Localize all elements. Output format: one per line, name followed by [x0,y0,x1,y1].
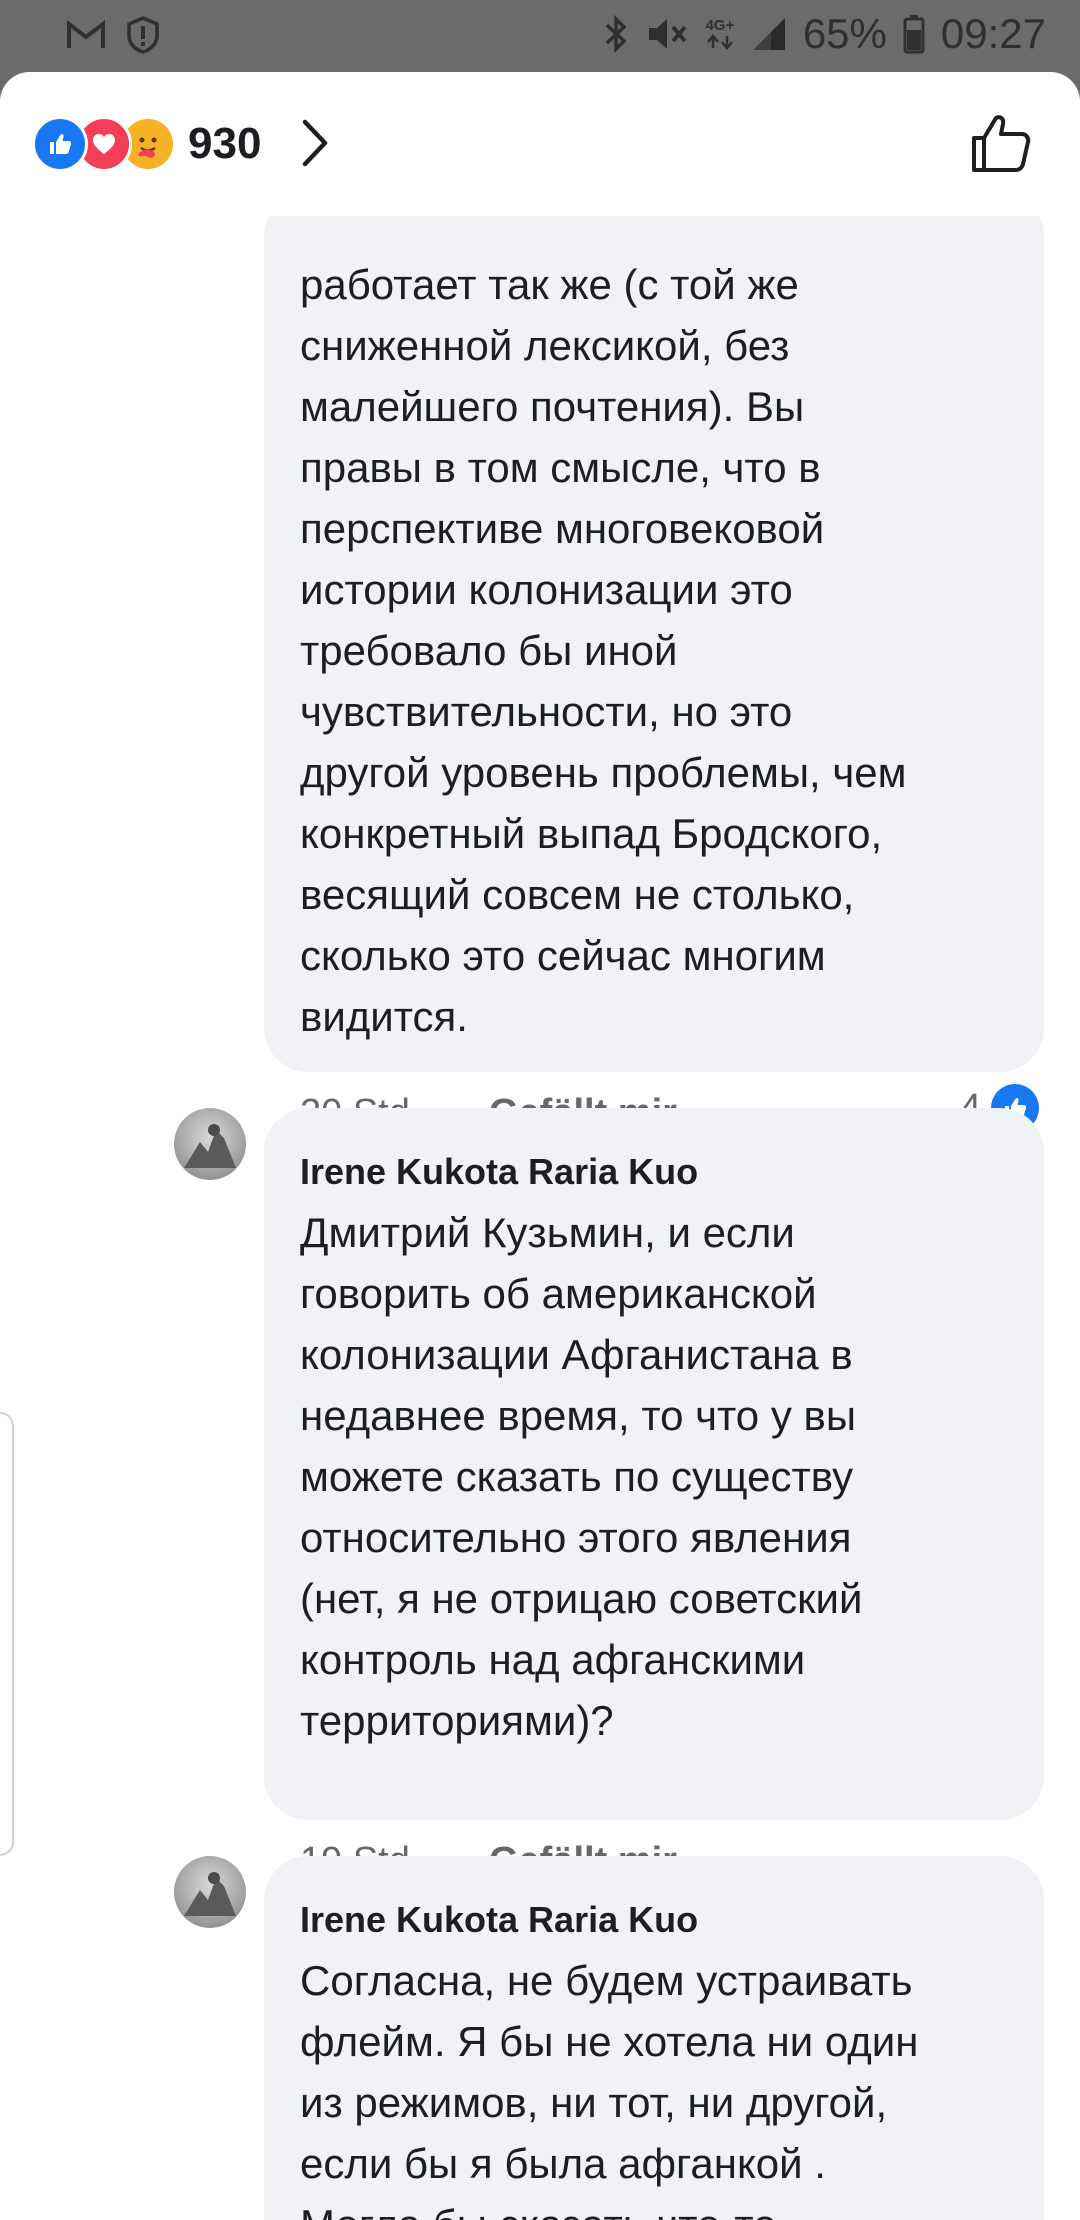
comment-text-line: Согласна, не будем устраивать [300,1957,913,2004]
like-reaction-icon [32,116,88,172]
comment-text-line: относительно этого явления [300,1514,852,1561]
comment-text-line: другой уровень проблемы, чем [300,749,907,796]
comment-text-line: истории колонизации это [300,566,793,613]
clock: 09:27 [940,10,1046,57]
comment-bubble[interactable]: Irene Kukota Raria Kuo Дмитрий Кузьмин, … [264,1108,1044,1820]
avatar[interactable] [174,1856,246,1928]
comment-text-line: конкретный выпад Бродского, [300,810,883,857]
comment-text-line: колонизации Афганистана в [300,1331,853,1378]
comment-bubble[interactable]: работает так же (с той же сниженной лекс… [264,192,1044,1072]
comment-author[interactable]: Irene Kukota Raria Kuo [300,1890,1008,1950]
comment-text-line: можете сказать по существу [300,1453,854,1500]
status-bar: 4G+ 65% 09:27 [0,0,1080,72]
mute-icon [645,14,689,54]
avatar[interactable] [174,1108,246,1180]
comment-text-line: если бы я была афганкой . [300,2140,826,2187]
signal-icon [751,16,787,52]
comment-text: Согласна, не будем устраивать флейм. Я б… [300,1950,1008,2220]
comment-text-line: чувствительности, но это [300,688,793,735]
comment-text-line: весящий совсем не столько, [300,871,855,918]
chevron-right-icon[interactable] [300,118,330,173]
comment-text-line: перспективе многовековой [300,505,825,552]
comment-text-line: малейшего почтения). Вы [300,383,805,430]
comment-text-line: Могла бы сказать что-то [300,2194,1008,2220]
comment-text: работает так же (с той же сниженной лекс… [300,254,1008,1047]
comment-text-line: (нет, я не отрицаю советский [300,1575,863,1622]
comment-text-line: сниженной лексикой, без [300,322,790,369]
battery-percent: 65% [802,10,887,57]
alert-icon [126,16,160,54]
comment-text-line: работает так же (с той же [300,261,799,308]
reactions-summary[interactable]: 930 [32,116,261,172]
reactions-header: 930 [0,72,1080,216]
comment-bubble[interactable]: Irene Kukota Raria Kuo Согласна, не буде… [264,1856,1044,2220]
bluetooth-icon [603,14,629,54]
comment-text-line: сколько это сейчас многим [300,932,826,979]
comments-list[interactable]: работает так же (с той же сниженной лекс… [0,72,1080,2220]
comment-text: Дмитрий Кузьмин, и если говорить об амер… [300,1202,1008,1751]
comment-text-line: из режимов, ни тот, ни другой, [300,2079,888,2126]
comment-text-line: правы в том смысле, что в [300,444,821,491]
comment-text-line: видится. [300,993,468,1040]
network-4g-icon: 4G+ [705,18,735,50]
comments-sheet: работает так же (с той же сниженной лекс… [0,72,1080,2220]
scrollbar[interactable] [0,1412,14,1856]
comment-text-line: требовало бы иной [300,627,678,674]
comment-text-line: флейм. Я бы не хотела ни один [300,2018,919,2065]
comment-text-line: Дмитрий Кузьмин, и если [300,1209,795,1256]
network-type-label: 4G+ [705,17,735,34]
battery-icon [903,14,925,54]
comment-text-line: контроль над афганскими [300,1636,806,1683]
comment-author[interactable]: Irene Kukota Raria Kuo [300,1142,1008,1202]
comment-text-line: территориями)? [300,1697,614,1744]
gmail-icon [66,20,106,50]
reaction-count: 930 [188,119,262,168]
comment-text-line: недавнее время, то что у вы [300,1392,857,1439]
comment-text-line: говорить об американской [300,1270,817,1317]
like-post-button[interactable] [970,112,1032,179]
